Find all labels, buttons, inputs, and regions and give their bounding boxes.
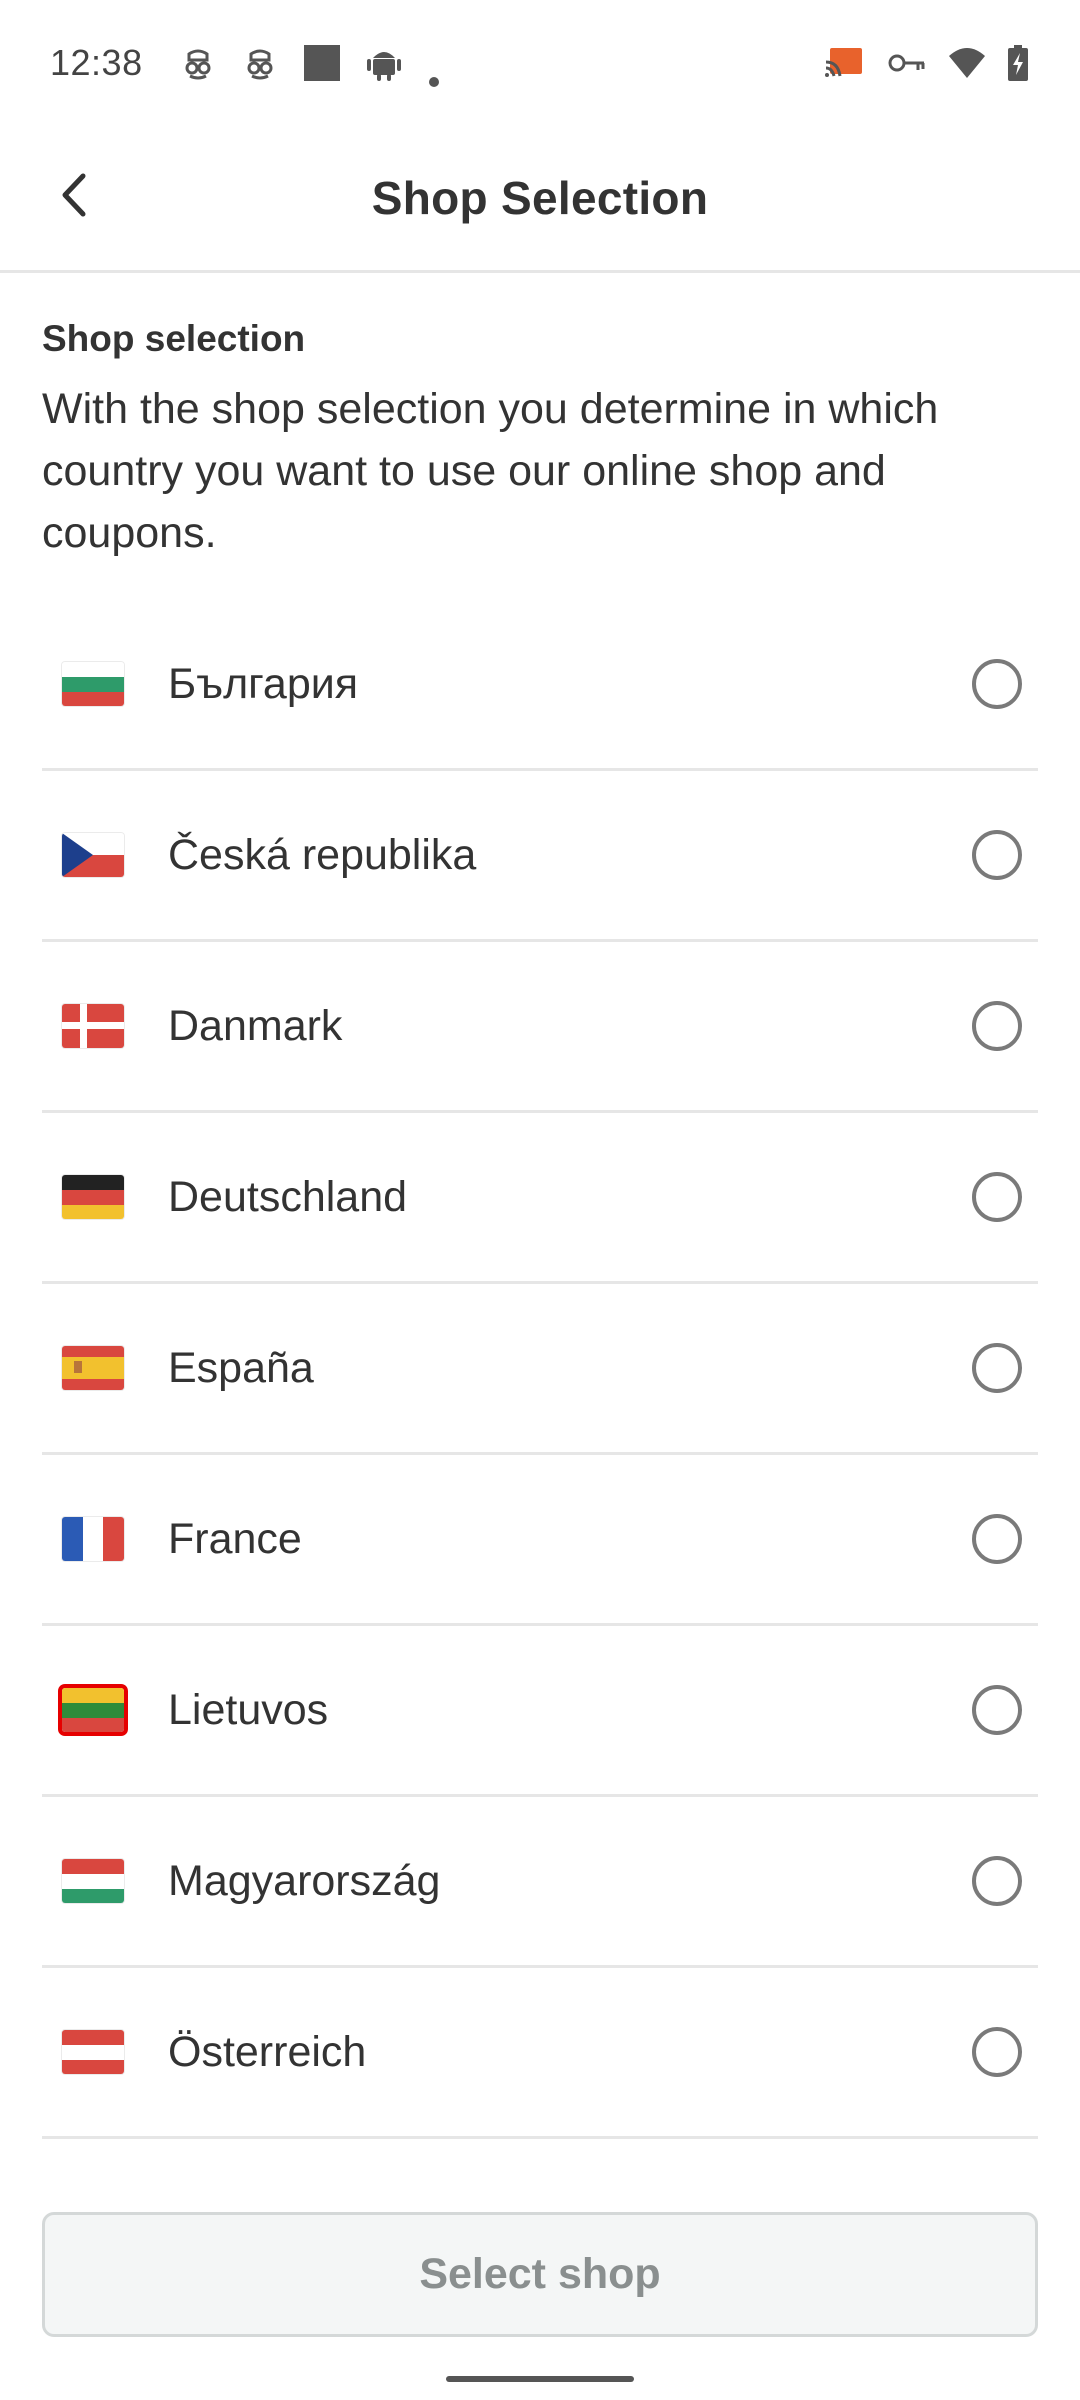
radio-button[interactable]: [972, 659, 1022, 709]
shop-item-denmark[interactable]: Danmark: [42, 942, 1038, 1113]
shop-list: България Česká republika Danmark Deutsch…: [42, 600, 1038, 2139]
vpn-key-icon: [886, 44, 928, 82]
status-bar: 12:38: [0, 0, 1080, 125]
app-bar: Shop Selection: [0, 125, 1080, 273]
radio-button[interactable]: [972, 1685, 1022, 1735]
status-left-icons: [179, 44, 441, 87]
radio-button[interactable]: [972, 1172, 1022, 1222]
dot-icon: [427, 56, 441, 87]
intro-text: With the shop selection you determine in…: [42, 385, 939, 557]
shop-label: Lietuvos: [168, 1685, 329, 1734]
back-button[interactable]: [40, 163, 110, 233]
shop-label: Deutschland: [168, 1172, 408, 1221]
page-title: Shop Selection: [371, 171, 709, 224]
lithuania-flag-icon: [62, 1688, 124, 1732]
shop-label: France: [168, 1514, 302, 1563]
intro-section: Shop selection With the shop selection y…: [42, 318, 1042, 564]
status-time: 12:38: [50, 41, 143, 83]
radio-button[interactable]: [972, 830, 1022, 880]
shop-item-lithuania[interactable]: Lietuvos: [42, 1626, 1038, 1797]
square-icon: [303, 44, 341, 82]
incognito-icon: [241, 44, 279, 82]
chevron-left-icon: [55, 172, 95, 223]
hungary-flag-icon: [62, 1859, 124, 1903]
shop-item-czech[interactable]: Česká republika: [42, 771, 1038, 942]
radio-button[interactable]: [972, 1514, 1022, 1564]
shop-item-spain[interactable]: España: [42, 1284, 1038, 1455]
germany-flag-icon: [62, 1175, 124, 1219]
shop-item-austria[interactable]: Österreich: [42, 1968, 1038, 2139]
radio-button[interactable]: [972, 1001, 1022, 1051]
radio-button[interactable]: [972, 2027, 1022, 2077]
shop-label: Magyarország: [168, 1856, 441, 1905]
czech-flag-icon: [62, 833, 124, 877]
shop-item-germany[interactable]: Deutschland: [42, 1113, 1038, 1284]
shop-label: Česká republika: [168, 830, 477, 879]
austria-flag-icon: [62, 2030, 124, 2074]
status-right-icons: [824, 44, 1030, 82]
incognito-icon: [179, 44, 217, 82]
shop-item-hungary[interactable]: Magyarország: [42, 1797, 1038, 1968]
bottom-bar: Select shop: [0, 2185, 1080, 2400]
shop-label: Österreich: [168, 2027, 367, 2076]
cast-icon: [824, 44, 866, 82]
android-icon: [365, 44, 403, 82]
spain-flag-icon: [62, 1346, 124, 1390]
shop-label: Danmark: [168, 1001, 343, 1050]
battery-charging-icon: [1006, 44, 1030, 82]
radio-button[interactable]: [972, 1343, 1022, 1393]
france-flag-icon: [62, 1517, 124, 1561]
screen: 12:38 Shop Selection Shop selection With…: [0, 0, 1080, 2400]
wifi-icon: [948, 44, 986, 82]
select-shop-button[interactable]: Select shop: [42, 2212, 1038, 2337]
intro-heading: Shop selection: [42, 318, 306, 359]
home-indicator[interactable]: [446, 2376, 634, 2382]
shop-item-france[interactable]: France: [42, 1455, 1038, 1626]
shop-item-bulgaria[interactable]: България: [42, 600, 1038, 771]
denmark-flag-icon: [62, 1004, 124, 1048]
shop-label: España: [168, 1343, 314, 1392]
bulgaria-flag-icon: [62, 662, 124, 706]
shop-label: България: [168, 659, 359, 708]
radio-button[interactable]: [972, 1856, 1022, 1906]
